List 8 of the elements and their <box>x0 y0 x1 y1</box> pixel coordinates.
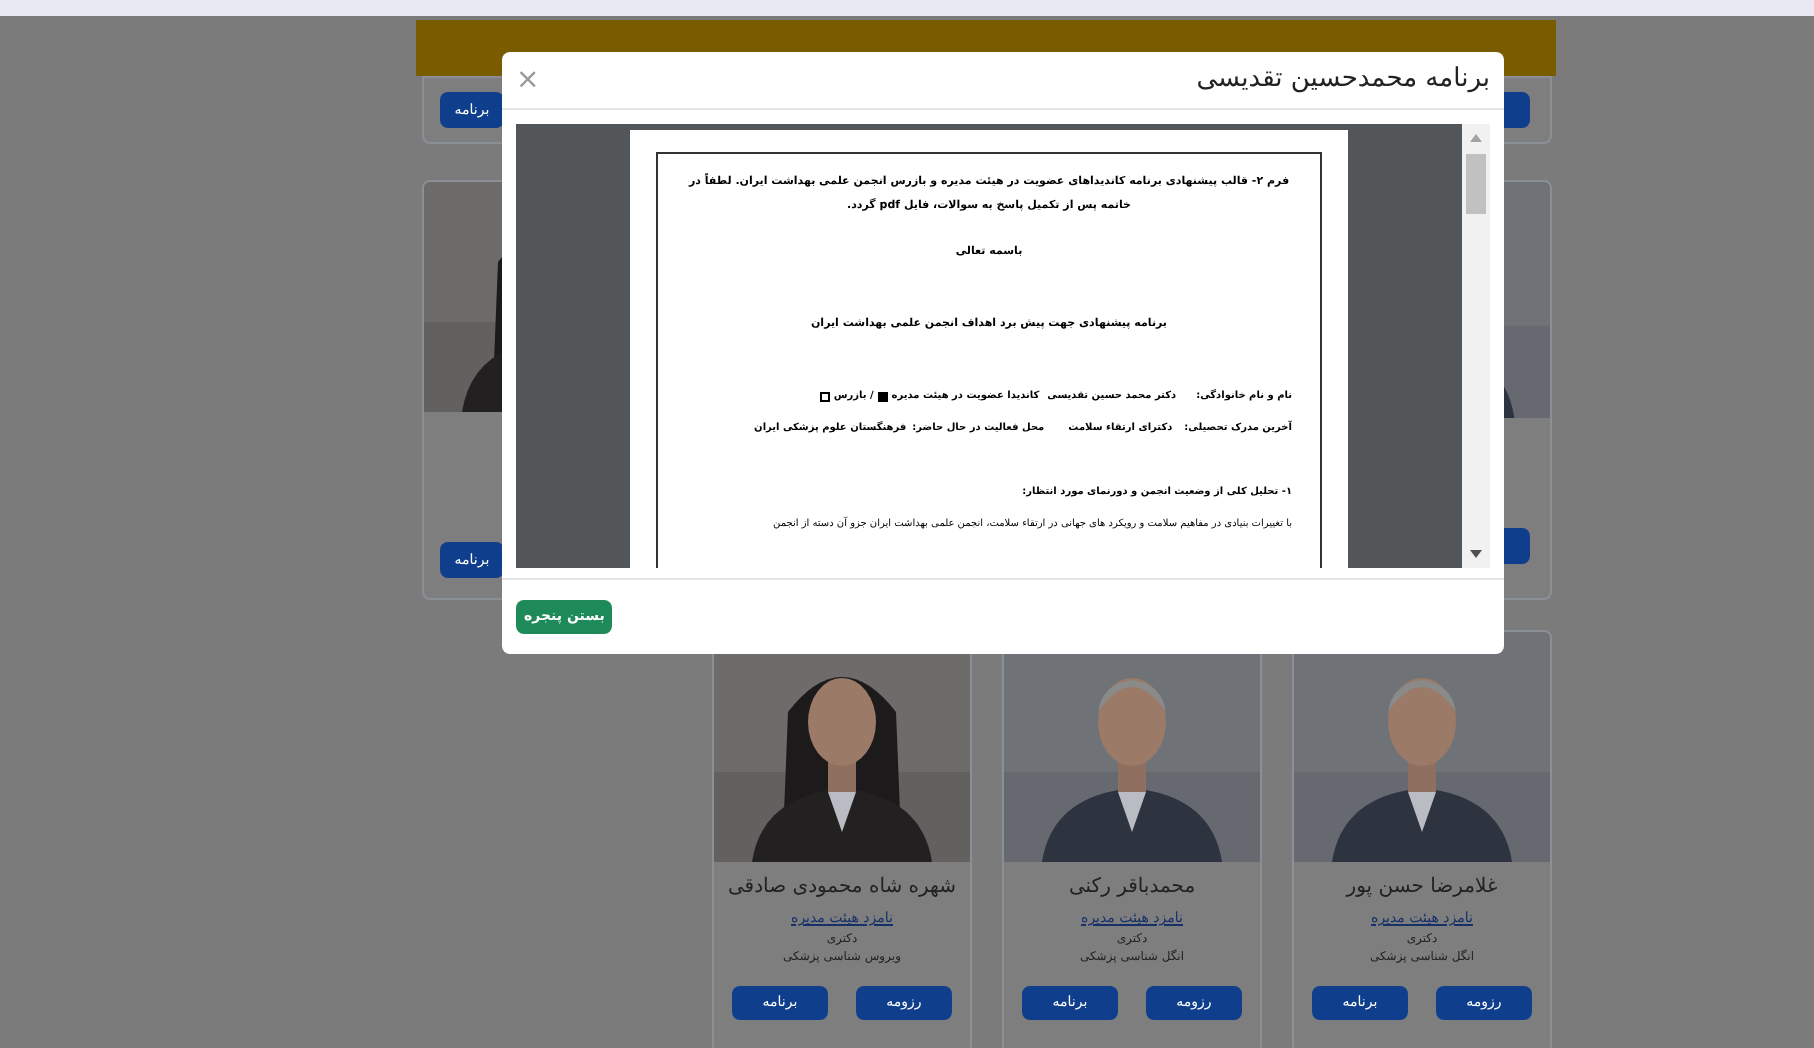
candidate-name: محمدباقر رکنی <box>1068 874 1196 902</box>
candidate-name: غلامرضا حسن پور <box>1346 874 1498 902</box>
candidate-name: شهره شاه محمودی صادقی <box>727 874 957 902</box>
scrollbar[interactable] <box>1462 124 1490 568</box>
scroll-up-icon[interactable] <box>1470 134 1482 142</box>
modal-title: برنامه محمدحسین تقدیسی <box>1196 62 1490 99</box>
scrollbar-thumb[interactable] <box>1466 154 1486 214</box>
scroll-down-icon[interactable] <box>1470 550 1482 558</box>
